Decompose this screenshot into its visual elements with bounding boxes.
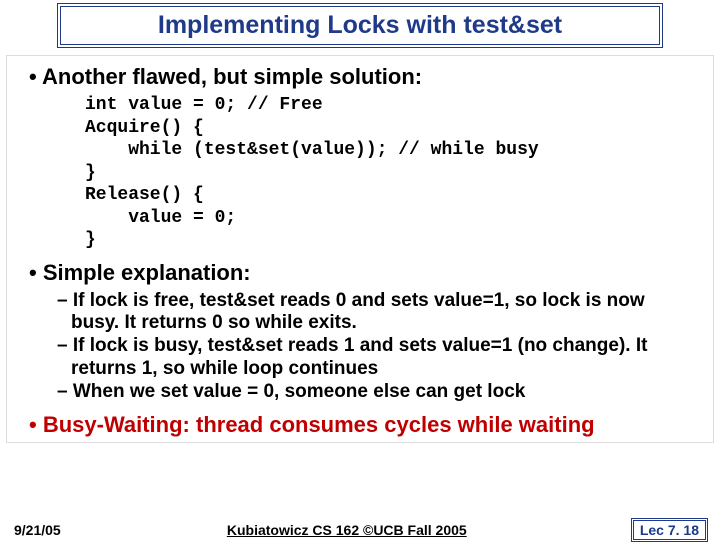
footer-page: Lec 7. 18 (633, 520, 706, 540)
footer-date: 9/21/05 (14, 522, 61, 538)
sub-bullet-lock-free: – If lock is free, test&set reads 0 and … (71, 290, 691, 335)
slide-title: Implementing Locks with test&set (60, 6, 660, 45)
slide-footer: 9/21/05 Kubiatowicz CS 162 ©UCB Fall 200… (0, 520, 720, 540)
bullet-simple-explanation: • Simple explanation: (29, 260, 691, 286)
sub-bullet-lock-busy: – If lock is busy, test&set reads 1 and … (71, 335, 691, 380)
code-block: int value = 0; // Free Acquire() { while… (85, 94, 691, 252)
footer-course: Kubiatowicz CS 162 ©UCB Fall 2005 (227, 522, 467, 538)
bullet-busy-waiting: • Busy-Waiting: thread consumes cycles w… (29, 412, 691, 438)
slide-body: • Another flawed, but simple solution: i… (6, 55, 714, 443)
sub-bullet-release: – When we set value = 0, someone else ca… (71, 381, 691, 403)
bullet-flawed-solution: • Another flawed, but simple solution: (29, 64, 691, 90)
